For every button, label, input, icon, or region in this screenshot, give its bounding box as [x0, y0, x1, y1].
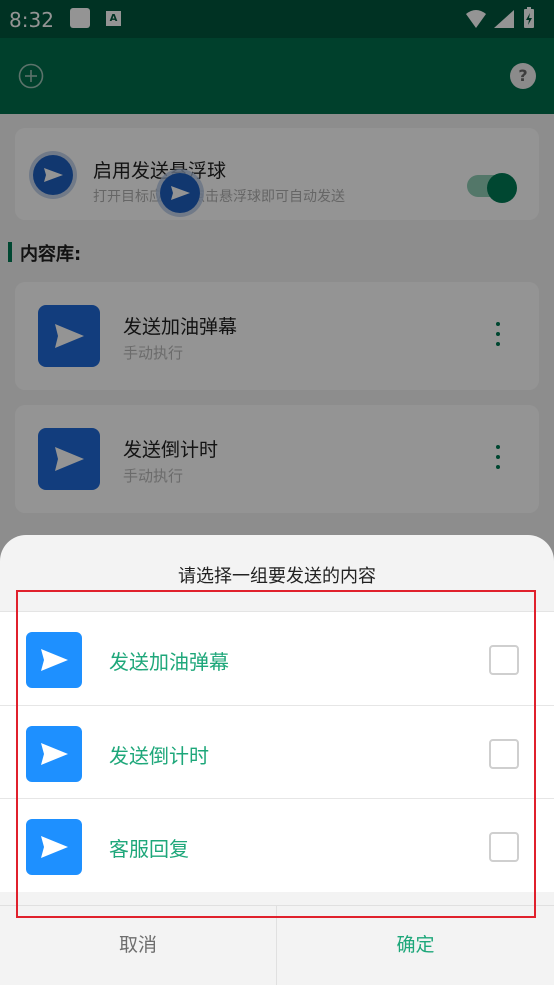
sheet-title: 请选择一组要发送的内容 [178, 566, 376, 587]
highlight-box [16, 590, 536, 918]
